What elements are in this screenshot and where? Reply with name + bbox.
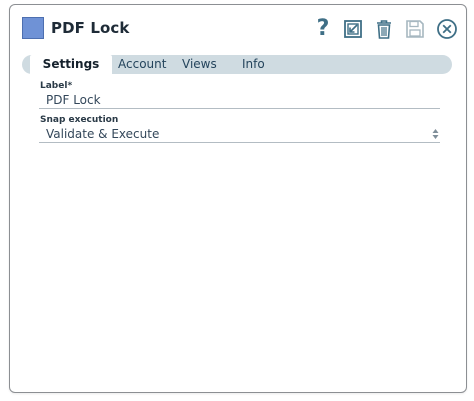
tab-account[interactable]: Account [118, 55, 166, 74]
label-input-value: PDF Lock [46, 93, 101, 107]
tab-info[interactable]: Info [242, 55, 265, 74]
snap-settings-dialog: PDF Lock ? Settings Account Views Info L… [9, 4, 467, 393]
close-icon [437, 19, 457, 39]
help-button[interactable]: ? [310, 16, 336, 42]
snap-execution-value: Validate & Execute [46, 127, 160, 141]
help-icon: ? [316, 16, 330, 41]
dialog-title: PDF Lock [51, 19, 130, 37]
tab-bar: Settings Account Views Info [22, 55, 452, 74]
delete-button[interactable] [371, 16, 397, 42]
label-input[interactable]: PDF Lock [39, 91, 440, 109]
snap-execution-label: Snap execution [40, 115, 119, 125]
tab-views[interactable]: Views [182, 55, 217, 74]
close-button[interactable] [434, 16, 460, 42]
select-arrows-icon [432, 129, 439, 139]
save-button[interactable] [402, 16, 428, 42]
dialog-header: PDF Lock ? [10, 5, 466, 51]
export-icon [344, 20, 362, 38]
trash-icon [377, 19, 391, 39]
save-icon [406, 20, 424, 38]
export-button[interactable] [340, 16, 366, 42]
label-field-label: Label* [40, 81, 73, 91]
tab-settings[interactable]: Settings [30, 55, 112, 74]
snap-execution-select[interactable]: Validate & Execute [39, 125, 440, 143]
snap-type-icon [22, 17, 44, 39]
